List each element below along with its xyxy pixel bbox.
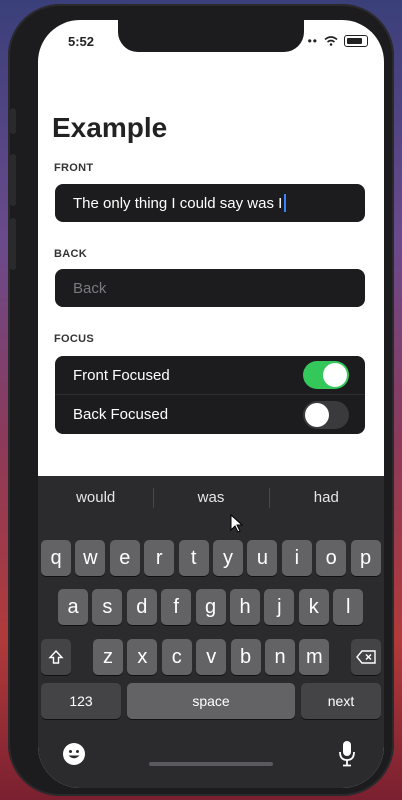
- wifi-icon: [324, 36, 338, 46]
- key-r[interactable]: r: [144, 540, 175, 576]
- shift-key[interactable]: [41, 639, 71, 675]
- key-e[interactable]: e: [109, 540, 140, 576]
- key-b[interactable]: b: [230, 639, 261, 675]
- mute-switch: [10, 108, 16, 134]
- back-focused-toggle[interactable]: [303, 400, 349, 429]
- front-section-label: FRONT: [54, 162, 94, 174]
- key-x[interactable]: x: [127, 639, 158, 675]
- key-h[interactable]: h: [230, 589, 260, 625]
- signal-icon: ••: [307, 34, 318, 48]
- key-f[interactable]: f: [161, 589, 192, 625]
- suggestion-1[interactable]: would: [38, 476, 153, 520]
- key-v[interactable]: v: [196, 639, 227, 675]
- key-t[interactable]: t: [178, 540, 209, 576]
- back-focused-row: Back Focused: [55, 395, 365, 434]
- back-focused-label: Back Focused: [73, 406, 169, 423]
- keyboard: would was had qwertyuiop asdfghjkl zxcvbnm…: [38, 476, 384, 788]
- key-k[interactable]: k: [298, 589, 329, 625]
- suggestion-2[interactable]: was: [153, 476, 268, 520]
- screen: 5:52 •• Example FRONT The only thing I c…: [38, 20, 384, 788]
- toggle-knob: [305, 402, 329, 427]
- key-c[interactable]: c: [161, 639, 192, 675]
- key-n[interactable]: n: [265, 639, 295, 675]
- key-w[interactable]: w: [75, 540, 106, 576]
- space-key[interactable]: space: [127, 683, 295, 719]
- front-focused-label: Front Focused: [73, 366, 170, 384]
- front-focused-toggle[interactable]: [303, 361, 349, 389]
- key-g[interactable]: g: [195, 589, 226, 625]
- key-z[interactable]: z: [93, 639, 123, 675]
- shift-icon: [48, 649, 64, 664]
- front-focused-row: Front Focused: [55, 356, 365, 395]
- next-key[interactable]: next: [301, 683, 381, 719]
- key-u[interactable]: u: [247, 540, 278, 576]
- key-l[interactable]: l: [333, 589, 364, 625]
- key-i[interactable]: i: [281, 540, 312, 576]
- numbers-key[interactable]: 123: [41, 683, 121, 719]
- delete-icon: [356, 650, 376, 664]
- suggestion-3[interactable]: had: [268, 476, 384, 520]
- device-frame: 5:52 •• Example FRONT The only thing I c…: [8, 4, 394, 796]
- volume-down-button: [10, 218, 16, 270]
- text-caret: [284, 194, 287, 212]
- key-a[interactable]: a: [58, 589, 88, 625]
- home-indicator: [149, 762, 273, 766]
- key-o[interactable]: o: [316, 540, 347, 576]
- key-y[interactable]: y: [213, 540, 243, 576]
- back-field-placeholder: Back: [73, 279, 107, 297]
- suggestion-bar: would was had: [38, 476, 384, 520]
- notch: [118, 20, 304, 52]
- key-j[interactable]: j: [264, 589, 295, 625]
- volume-up-button: [10, 154, 16, 206]
- battery-icon: [344, 35, 368, 47]
- mouse-pointer-icon: [230, 514, 244, 533]
- focus-section-label: FOCUS: [54, 333, 94, 345]
- page-title: Example: [52, 112, 168, 143]
- status-icons: ••: [308, 34, 368, 48]
- focus-card: Front Focused Back Focused: [55, 356, 365, 434]
- key-s[interactable]: s: [92, 589, 123, 625]
- back-section-label: BACK: [54, 248, 87, 260]
- key-p[interactable]: p: [350, 540, 381, 576]
- front-text-field[interactable]: The only thing I could say was I: [55, 184, 365, 222]
- key-q[interactable]: q: [41, 540, 71, 576]
- back-text-field[interactable]: Back: [55, 269, 365, 307]
- key-d[interactable]: d: [126, 589, 157, 625]
- key-m[interactable]: m: [299, 639, 330, 675]
- status-time: 5:52: [68, 34, 95, 49]
- front-field-value: The only thing I could say was I: [73, 194, 283, 212]
- toggle-knob: [323, 363, 347, 387]
- delete-key[interactable]: [351, 639, 381, 675]
- emoji-icon[interactable]: [62, 742, 86, 766]
- microphone-icon[interactable]: [338, 740, 356, 768]
